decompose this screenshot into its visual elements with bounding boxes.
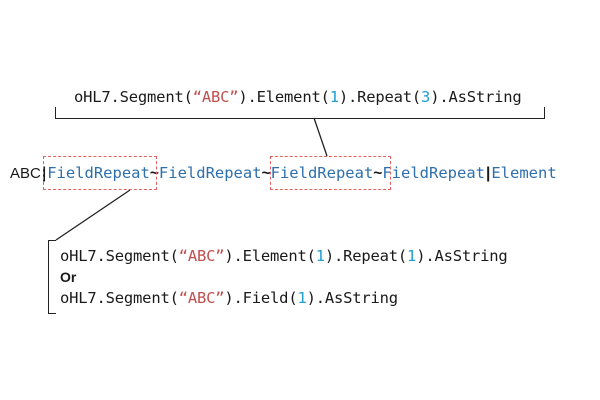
or-label: Or [60, 269, 77, 285]
element-label: Element [491, 164, 557, 182]
number-literal: 1 [329, 88, 339, 106]
connector-lines [55, 117, 328, 241]
code-text: ).Element( [224, 247, 316, 265]
connector-top-to-third [313, 117, 328, 157]
top-bracket [55, 107, 545, 119]
field-repeat-2: FieldRepeat [158, 164, 262, 182]
field-repeat-4: FieldRepeat [382, 164, 485, 182]
code-text: oHL7.Segment( [60, 247, 179, 265]
number-literal: 1 [407, 247, 417, 265]
code-text: oHL7.Segment( [74, 88, 193, 106]
bottom-code-expression-1: oHL7.Segment(“ABC”).Element(1).Repeat(1)… [60, 247, 508, 265]
segment-name: ABC [10, 165, 41, 182]
code-text: ).AsString [430, 88, 522, 106]
string-literal: “ABC” [192, 88, 239, 106]
top-code-expression: oHL7.Segment(“ABC”).Element(1).Repeat(3)… [74, 88, 522, 106]
code-text: ).Repeat( [338, 88, 422, 106]
highlight-box-third-repeat [270, 156, 391, 190]
bottom-bracket [48, 240, 56, 314]
code-text: oHL7.Segment( [60, 289, 179, 307]
code-text: ).Repeat( [324, 247, 408, 265]
number-literal: 3 [421, 88, 431, 106]
number-literal: 1 [297, 289, 307, 307]
code-text: ).Element( [238, 88, 330, 106]
number-literal: 1 [315, 247, 325, 265]
string-literal: “ABC” [178, 289, 225, 307]
highlight-box-first-repeat [43, 156, 157, 190]
string-literal: “ABC” [178, 247, 225, 265]
code-text: ).AsString [416, 247, 508, 265]
bottom-code-expression-2: oHL7.Segment(“ABC”).Field(1).AsString [60, 289, 398, 307]
connector-first-to-bottom [55, 189, 131, 241]
pipe-separator: | [486, 165, 491, 182]
code-text: ).Field( [224, 289, 298, 307]
code-text: ).AsString [306, 289, 399, 307]
